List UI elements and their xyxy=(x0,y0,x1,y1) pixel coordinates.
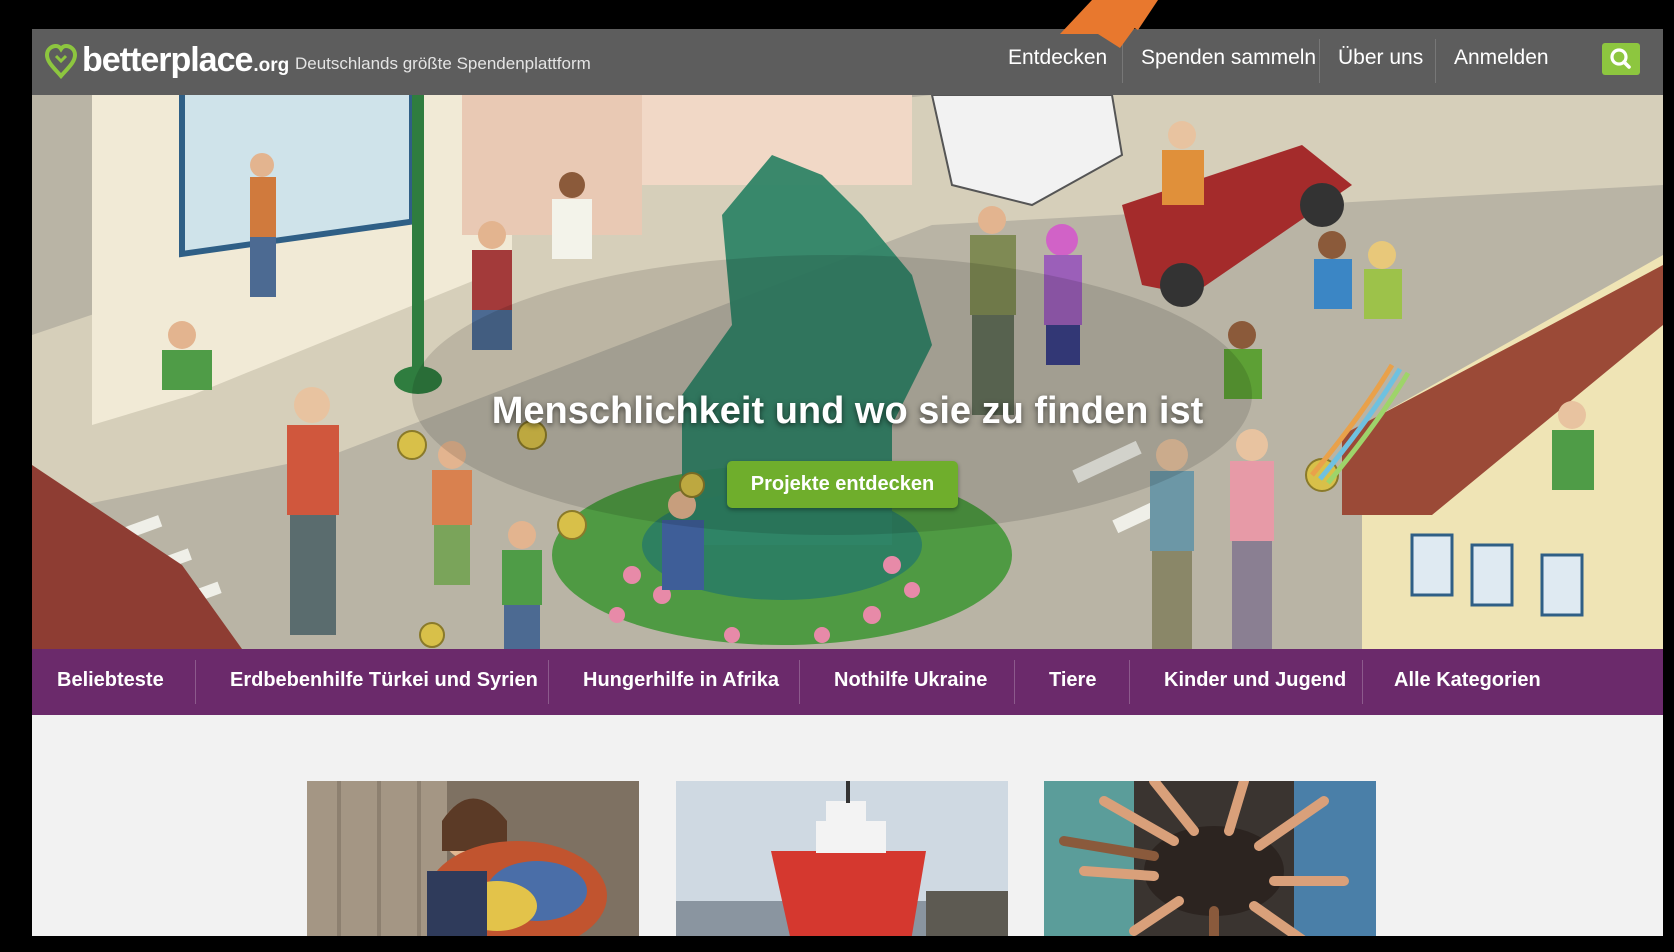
category-erdbebenhilfe[interactable]: Erdbebenhilfe Türkei und Syrien xyxy=(230,669,538,692)
category-divider xyxy=(799,660,800,704)
search-button[interactable] xyxy=(1602,43,1640,75)
category-alle-kategorien[interactable]: Alle Kategorien xyxy=(1394,669,1541,692)
category-beliebteste[interactable]: Beliebteste xyxy=(57,669,164,692)
category-kinder-jugend[interactable]: Kinder und Jugend xyxy=(1164,669,1346,692)
girl-with-blanket-image xyxy=(307,781,639,936)
category-hungerhilfe[interactable]: Hungerhilfe in Afrika xyxy=(583,669,779,692)
top-navigation: betterplace .org Deutschlands größte Spe… xyxy=(32,29,1663,95)
category-divider xyxy=(1362,660,1363,704)
hero-banner: Menschlichkeit und wo sie zu finden ist … xyxy=(32,95,1663,649)
hands-in-circle-image xyxy=(1044,781,1376,936)
nav-anmelden[interactable]: Anmelden xyxy=(1454,46,1549,70)
nav-ueber-uns[interactable]: Über uns xyxy=(1338,46,1423,70)
category-nothilfe-ukraine[interactable]: Nothilfe Ukraine xyxy=(834,669,987,692)
category-divider xyxy=(548,660,549,704)
category-divider xyxy=(195,660,196,704)
browser-viewport: betterplace .org Deutschlands größte Spe… xyxy=(32,29,1663,936)
project-card-image[interactable] xyxy=(1044,781,1376,936)
logo-text: betterplace xyxy=(82,41,253,79)
hero-headline: Menschlichkeit und wo sie zu finden ist xyxy=(491,390,1204,433)
project-card-image[interactable] xyxy=(307,781,639,936)
category-bar: Beliebteste Erdbebenhilfe Türkei und Syr… xyxy=(32,649,1663,715)
projekte-entdecken-button[interactable]: Projekte entdecken xyxy=(727,461,958,508)
logo-domain: .org xyxy=(253,54,290,76)
tagline: Deutschlands größte Spendenplattform xyxy=(295,54,591,73)
category-divider xyxy=(1129,660,1130,704)
project-cards xyxy=(32,781,1663,936)
annotation-arrow-icon xyxy=(1060,0,1158,48)
category-divider xyxy=(1014,660,1015,704)
project-card-image[interactable] xyxy=(676,781,1008,936)
street-illustration xyxy=(32,95,1663,649)
heart-location-icon xyxy=(44,43,78,79)
category-tiere[interactable]: Tiere xyxy=(1049,669,1096,692)
rescue-ship-image xyxy=(676,781,1008,936)
search-icon xyxy=(1610,48,1631,69)
nav-divider xyxy=(1319,39,1320,83)
nav-divider xyxy=(1435,39,1436,83)
site-logo[interactable]: betterplace .org xyxy=(44,41,289,80)
